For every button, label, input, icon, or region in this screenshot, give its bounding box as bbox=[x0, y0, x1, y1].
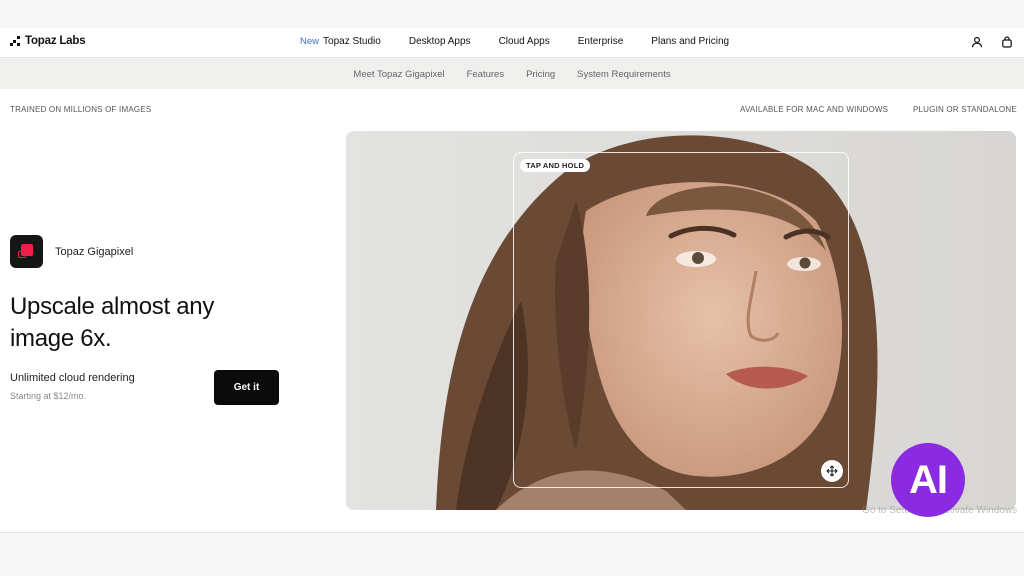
page-headline: Upscale almost any image 6x. bbox=[10, 293, 215, 352]
offer-price: Starting at $12/mo. bbox=[10, 391, 87, 401]
page: Topaz Labs New Topaz Studio Desktop Apps … bbox=[0, 0, 1024, 576]
page-bottom bbox=[0, 532, 1024, 576]
gigapixel-app-icon bbox=[10, 235, 43, 268]
logo-text: Topaz Labs bbox=[25, 35, 86, 47]
subnav-features[interactable]: Features bbox=[467, 69, 505, 80]
header-icons bbox=[970, 35, 1014, 49]
nav-label: Topaz Studio bbox=[323, 36, 381, 47]
user-icon[interactable] bbox=[970, 35, 984, 49]
shopping-bag-icon[interactable] bbox=[1000, 35, 1014, 49]
nav-topaz-studio[interactable]: New Topaz Studio bbox=[300, 36, 381, 47]
label-plugin: PLUGIN OR STANDALONE bbox=[913, 105, 1017, 114]
label-trained: TRAINED ON MILLIONS OF IMAGES bbox=[10, 105, 152, 114]
tap-and-hold-label: TAP AND HOLD bbox=[520, 159, 591, 172]
ai-logo-badge: AI bbox=[891, 443, 965, 517]
subnav-meet-gigapixel[interactable]: Meet Topaz Gigapixel bbox=[353, 69, 444, 80]
logo-mark-icon bbox=[10, 36, 20, 46]
hero-section: TRAINED ON MILLIONS OF IMAGES AVAILABLE … bbox=[0, 89, 1024, 532]
nav-enterprise[interactable]: Enterprise bbox=[578, 36, 624, 47]
tap-and-hold-frame[interactable]: TAP AND HOLD bbox=[513, 152, 849, 488]
main-nav: New Topaz Studio Desktop Apps Cloud Apps … bbox=[300, 36, 757, 47]
nav-desktop-apps[interactable]: Desktop Apps bbox=[409, 36, 471, 47]
label-availability: AVAILABLE FOR MAC AND WINDOWS bbox=[740, 105, 889, 114]
product-subnav: Meet Topaz Gigapixel Features Pricing Sy… bbox=[0, 59, 1024, 89]
top-strip bbox=[0, 0, 1024, 28]
offer-title: Unlimited cloud rendering bbox=[10, 372, 135, 384]
subnav-system-requirements[interactable]: System Requirements bbox=[577, 69, 670, 80]
new-badge: New bbox=[300, 36, 320, 47]
subnav-pricing[interactable]: Pricing bbox=[526, 69, 555, 80]
nav-cloud-apps[interactable]: Cloud Apps bbox=[499, 36, 550, 47]
get-it-button[interactable]: Get it bbox=[214, 370, 279, 405]
move-arrows-icon[interactable] bbox=[821, 460, 843, 482]
topaz-labs-logo[interactable]: Topaz Labs bbox=[10, 35, 86, 47]
site-header: Topaz Labs New Topaz Studio Desktop Apps … bbox=[0, 28, 1024, 58]
product-badge: Topaz Gigapixel bbox=[10, 235, 133, 268]
product-name: Topaz Gigapixel bbox=[55, 245, 134, 258]
nav-plans-and-pricing[interactable]: Plans and Pricing bbox=[651, 36, 729, 47]
